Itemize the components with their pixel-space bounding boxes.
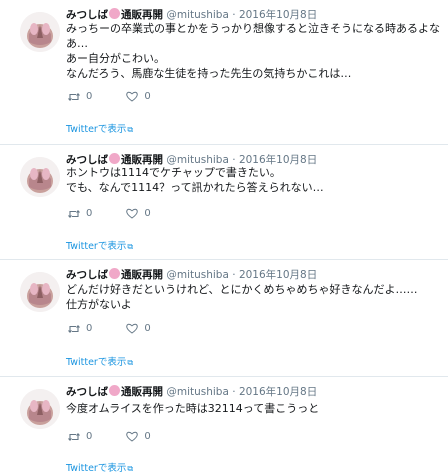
tweet-date[interactable]: 2016年10月8日 [239, 9, 317, 21]
author-name[interactable]: みつしば [66, 269, 108, 281]
external-link-icon: ⧉ [127, 358, 134, 367]
external-link-icon: ⧉ [127, 242, 134, 251]
retweet-button[interactable]: 0 [68, 91, 92, 102]
tweet-line: 今度オムライスを作った時は32114って書こうっと [66, 402, 320, 415]
tweet-actions: 0 0 [68, 323, 185, 334]
view-on-twitter-label: Twitterで表示 [66, 241, 127, 252]
like-button[interactable]: 0 [126, 91, 151, 102]
tweet-line: あー自分がこわい。 [66, 52, 165, 65]
retweet-button[interactable]: 0 [68, 431, 92, 442]
retweet-icon [68, 92, 80, 101]
tweet-actions: 0 0 [68, 208, 185, 219]
retweet-icon [68, 432, 80, 441]
view-on-twitter-label: Twitterで表示 [66, 357, 127, 368]
badge-icon [109, 153, 120, 164]
tweet-line: でも、なんで1114？って訊かれたら答えられない… [66, 181, 324, 194]
avatar-image [20, 389, 60, 429]
tweet-date[interactable]: 2016年10月8日 [239, 269, 317, 281]
retweet-count: 0 [86, 208, 93, 219]
author-handle[interactable]: @mitushiba [166, 9, 229, 21]
author-status[interactable]: 通販再開 [121, 9, 163, 21]
like-count: 0 [144, 431, 151, 442]
retweet-count: 0 [86, 323, 93, 334]
separator: · [232, 9, 236, 21]
separator: · [232, 269, 236, 281]
author-handle[interactable]: @mitushiba [166, 269, 229, 281]
view-on-twitter-link[interactable]: Twitterで表示⧉ [66, 121, 133, 135]
retweet-count: 0 [86, 431, 93, 442]
tweet-actions: 0 0 [68, 91, 185, 102]
view-on-twitter-link[interactable]: Twitterで表示⧉ [66, 460, 133, 474]
tweet-card: みつしば 通販再開 @mitushiba · 2016年10月8日 今度オムライス… [0, 377, 448, 474]
like-button[interactable]: 0 [126, 431, 151, 442]
tweet-line: 仕方がないよ [66, 298, 132, 311]
tweet-text: どんだけ好きだというけれど、とにかくめちゃめちゃ好きなんだよ…… 仕方がないよ [66, 282, 442, 312]
tweet-line: みっちーの卒業式の事とかをうっかり想像すると泣きそうになる時あるよな [66, 22, 440, 35]
badge-icon [109, 268, 120, 279]
tweet-line: なんだろう、馬鹿な生徒を持った先生の気持ちかこれは… [66, 67, 352, 80]
avatar[interactable] [20, 157, 60, 197]
tweet-card: みつしば 通販再開 @mitushiba · 2016年10月8日 どんだけ好きだ… [0, 260, 448, 377]
tweet-line: あ… [66, 37, 88, 50]
tweet-card: みつしば 通販再開 @mitushiba · 2016年10月8日 みっちーの卒業… [0, 0, 448, 145]
tweet-text: ホントウは1114でケチャップで書きたい。 でも、なんで1114？って訊かれたら… [66, 165, 442, 195]
heart-icon [126, 91, 139, 102]
author-name[interactable]: みつしば [66, 9, 108, 21]
tweet-header: みつしば 通販再開 @mitushiba · 2016年10月8日 [66, 8, 317, 22]
heart-icon [126, 323, 139, 334]
tweet-header: みつしば 通販再開 @mitushiba · 2016年10月8日 [66, 268, 317, 282]
tweet-card: みつしば 通販再開 @mitushiba · 2016年10月8日 ホントウは11… [0, 145, 448, 260]
badge-icon [109, 8, 120, 19]
avatar-image [20, 12, 60, 52]
tweet-header: みつしば 通販再開 @mitushiba · 2016年10月8日 [66, 385, 317, 399]
tweet-actions: 0 0 [68, 431, 185, 442]
heart-icon [126, 208, 139, 219]
tweet-line: ホントウは1114でケチャップで書きたい。 [66, 166, 281, 179]
author-handle[interactable]: @mitushiba [166, 386, 229, 398]
tweet-line: どんだけ好きだというけれど、とにかくめちゃめちゃ好きなんだよ…… [66, 283, 418, 296]
separator: · [232, 386, 236, 398]
like-button[interactable]: 0 [126, 323, 151, 334]
tweet-date[interactable]: 2016年10月8日 [239, 386, 317, 398]
avatar-image [20, 272, 60, 312]
author-name[interactable]: みつしば [66, 386, 108, 398]
tweet-text: 今度オムライスを作った時は32114って書こうっと [66, 401, 442, 416]
view-on-twitter-link[interactable]: Twitterで表示⧉ [66, 238, 133, 252]
view-on-twitter-link[interactable]: Twitterで表示⧉ [66, 354, 133, 368]
retweet-icon [68, 209, 80, 218]
like-count: 0 [144, 323, 151, 334]
retweet-button[interactable]: 0 [68, 208, 92, 219]
like-button[interactable]: 0 [126, 208, 151, 219]
avatar[interactable] [20, 389, 60, 429]
like-count: 0 [144, 91, 151, 102]
author-status[interactable]: 通販再開 [121, 269, 163, 281]
retweet-count: 0 [86, 91, 93, 102]
author-status[interactable]: 通販再開 [121, 386, 163, 398]
avatar[interactable] [20, 272, 60, 312]
badge-icon [109, 385, 120, 396]
tweet-text: みっちーの卒業式の事とかをうっかり想像すると泣きそうになる時あるよな あ… あー… [66, 21, 442, 81]
external-link-icon: ⧉ [127, 125, 134, 134]
like-count: 0 [144, 208, 151, 219]
view-on-twitter-label: Twitterで表示 [66, 463, 127, 474]
view-on-twitter-label: Twitterで表示 [66, 124, 127, 135]
avatar-image [20, 157, 60, 197]
external-link-icon: ⧉ [127, 464, 134, 473]
heart-icon [126, 431, 139, 442]
retweet-icon [68, 324, 80, 333]
retweet-button[interactable]: 0 [68, 323, 92, 334]
avatar[interactable] [20, 12, 60, 52]
